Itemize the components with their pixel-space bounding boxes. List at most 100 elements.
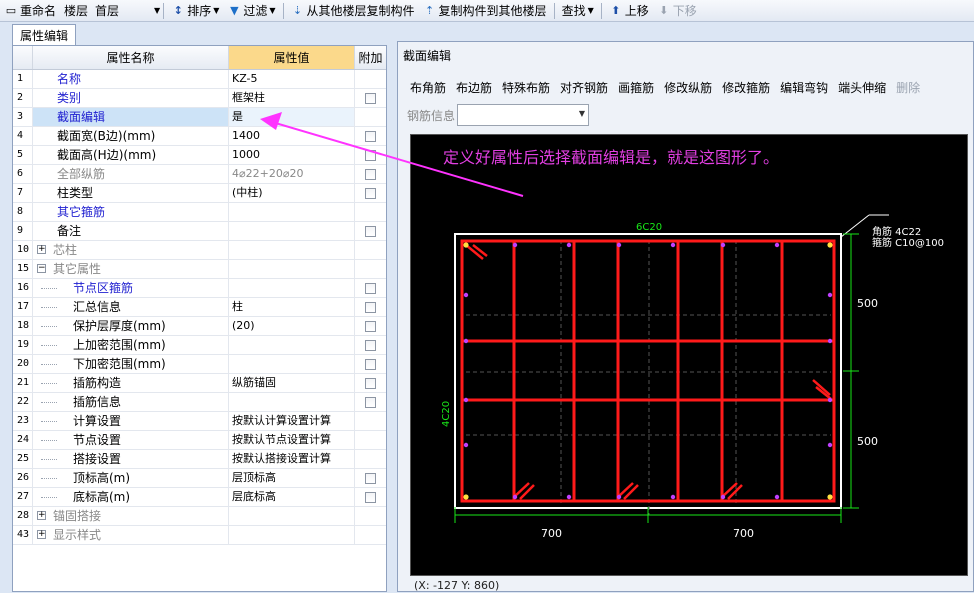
rebar-info-select[interactable]: ▼ [457,104,590,126]
property-value[interactable]: 1000 [229,146,355,164]
property-value[interactable] [229,507,355,525]
table-row[interactable]: 10 + 芯柱 [13,241,386,260]
property-value[interactable]: 1400 [229,127,355,145]
move-down-button[interactable]: ⬇ 下移 [653,1,701,21]
find-button[interactable]: 查找 ▼ [558,1,598,21]
table-row[interactable]: 43 + 显示样式 [13,526,386,545]
property-value[interactable]: KZ-5 [229,70,355,88]
expand-icon[interactable]: + [37,245,46,254]
table-row[interactable]: 24 节点设置 按默认节点设置计算 [13,431,386,450]
copy-from-other-floor-button[interactable]: ⇣ 从其他楼层复制构件 [287,1,419,21]
table-row[interactable]: 22 插筋信息 [13,393,386,412]
expand-icon[interactable]: + [37,511,46,520]
sort-button[interactable]: ↕ 排序 ▼ [167,1,223,21]
table-row[interactable]: 3 截面编辑 是 [13,108,386,127]
arrow-up-icon: ⬆ [611,3,621,17]
extra-checkbox[interactable] [365,130,376,142]
table-row[interactable]: 16 节点区箍筋 [13,279,386,298]
table-row[interactable]: 27 底标高(m) 层底标高 [13,488,386,507]
table-row[interactable]: 1 名称 KZ-5 [13,70,386,89]
table-row[interactable]: 5 截面高(H边)(mm) 1000 [13,146,386,165]
copy-to-other-floor-button[interactable]: ⇡ 复制构件到其他楼层 [419,1,551,21]
table-row[interactable]: 18 保护层厚度(mm) (20) [13,317,386,336]
property-value[interactable]: 按默认搭接设置计算 [229,450,355,468]
property-value[interactable] [229,526,355,544]
tool-button[interactable]: 对齐钢筋 [560,79,608,96]
tool-button[interactable]: 修改箍筋 [722,79,770,96]
property-value[interactable] [229,203,355,221]
property-value[interactable]: 层顶标高 [229,469,355,487]
tool-button[interactable]: 画箍筋 [618,79,654,96]
table-row[interactable]: 2 类别 框架柱 [13,89,386,108]
table-row[interactable]: 6 全部纵筋 4⌀22+20⌀20 [13,165,386,184]
tool-button[interactable]: 布角筋 [410,79,446,96]
extra-checkbox[interactable] [365,187,376,199]
property-value[interactable] [229,393,355,411]
rebar-info-label: 钢筋信息 [407,108,456,123]
property-name: 汇总信息 [73,300,122,314]
table-row[interactable]: 15− 其它属性 [13,260,386,279]
table-row[interactable]: 21 插筋构造 纵筋锚固 [13,374,386,393]
extra-checkbox[interactable] [365,491,376,503]
table-row[interactable]: 8 其它箍筋 [13,203,386,222]
tool-button[interactable]: 编辑弯钩 [780,79,828,96]
table-row[interactable]: 23 计算设置 按默认计算设置计算 [13,412,386,431]
extra-checkbox[interactable] [365,358,376,370]
extra-checkbox[interactable] [365,301,376,313]
extra-checkbox[interactable] [365,282,376,294]
floor-dropdown-icon[interactable]: ▼ [154,6,160,15]
tool-button[interactable]: 布边筋 [456,79,492,96]
property-value[interactable] [229,241,355,259]
property-value[interactable] [229,279,355,297]
extra-checkbox[interactable] [365,320,376,332]
tool-button[interactable]: 特殊布筋 [502,79,550,96]
property-value[interactable]: 按默认节点设置计算 [229,431,355,449]
extra-checkbox[interactable] [365,92,376,104]
property-value[interactable] [229,355,355,373]
table-row[interactable]: 19 上加密范围(mm) [13,336,386,355]
table-row[interactable]: 9 备注 [13,222,386,241]
property-value[interactable]: (20) [229,317,355,335]
tool-button[interactable]: 端头伸缩 [838,79,886,96]
filter-button[interactable]: ▼ 过滤 ▼ [223,1,279,21]
table-row[interactable]: 4 截面宽(B边)(mm) 1400 [13,127,386,146]
floor-select[interactable]: 首层 [92,2,152,20]
property-name-cell: 汇总信息 [33,298,229,316]
property-value[interactable]: 纵筋锚固 [229,374,355,392]
section-canvas[interactable]: 定义好属性后选择截面编辑是，就是这图形了。 角筋 4C22 箍筋 C10@100… [410,134,968,576]
rename-button[interactable]: ▭ 重命名 [0,1,60,21]
property-value[interactable]: 层底标高 [229,488,355,506]
expand-icon[interactable]: + [37,530,46,539]
property-value[interactable]: (中柱) [229,184,355,202]
row-number: 28 [13,507,33,525]
header-name[interactable]: 属性名称 [33,46,229,69]
table-row[interactable]: 26 顶标高(m) 层顶标高 [13,469,386,488]
table-row[interactable]: 25 搭接设置 按默认搭接设置计算 [13,450,386,469]
extra-checkbox[interactable] [365,168,376,180]
property-value[interactable]: 按默认计算设置计算 [229,412,355,430]
move-up-button[interactable]: ⬆ 上移 [605,1,653,21]
extra-checkbox[interactable] [365,377,376,389]
extra-checkbox[interactable] [365,396,376,408]
header-value[interactable]: 属性值 [229,46,355,69]
extra-checkbox[interactable] [365,225,376,237]
property-value[interactable] [229,336,355,354]
extra-checkbox[interactable] [365,472,376,484]
property-value[interactable] [229,260,355,278]
table-row[interactable]: 28 + 锚固搭接 [13,507,386,526]
property-value[interactable]: 是 [229,108,355,126]
property-value[interactable]: 框架柱 [229,89,355,107]
extra-checkbox[interactable] [365,149,376,161]
tab-property-edit[interactable]: 属性编辑 [12,24,77,45]
table-row[interactable]: 17 汇总信息 柱 [13,298,386,317]
table-row[interactable]: 7 柱类型 (中柱) [13,184,386,203]
property-value[interactable]: 柱 [229,298,355,316]
header-extra[interactable]: 附加 [355,46,386,69]
collapse-icon[interactable]: − [37,264,46,273]
table-row[interactable]: 20 下加密范围(mm) [13,355,386,374]
extra-checkbox[interactable] [365,339,376,351]
property-value[interactable]: 4⌀22+20⌀20 [229,165,355,183]
tool-button[interactable]: 删除 [896,79,920,96]
property-value[interactable] [229,222,355,240]
tool-button[interactable]: 修改纵筋 [664,79,712,96]
